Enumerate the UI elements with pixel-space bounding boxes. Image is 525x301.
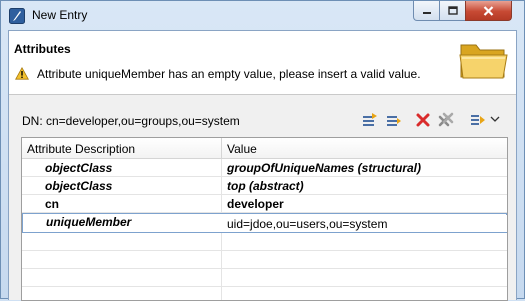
close-button[interactable]: [465, 1, 512, 21]
column-divider: [221, 195, 222, 213]
app-feather-icon: [9, 8, 25, 24]
attribute-cell: cn: [45, 197, 60, 211]
column-divider[interactable]: [221, 138, 222, 159]
column-divider: [221, 159, 222, 177]
attribute-cell: uniqueMember: [46, 215, 132, 229]
value-cell: groupOfUniqueNames (structural): [227, 161, 422, 175]
attribute-cell: objectClass: [45, 179, 113, 193]
minimize-button[interactable]: [413, 1, 440, 21]
delete-all-icon[interactable]: [438, 112, 454, 128]
attributes-table[interactable]: Attribute Description Value objectClass …: [21, 137, 508, 301]
dialog-client: Attributes Attribute uniqueMember has an…: [8, 30, 517, 301]
view-menu-icon[interactable]: [490, 115, 500, 123]
column-header-value[interactable]: Value: [227, 142, 257, 156]
new-entry-window: New Entry Attributes Attribute uniqueMem…: [0, 0, 525, 301]
attribute-cell: objectClass: [45, 161, 113, 175]
table-row[interactable]: objectClass groupOfUniqueNames (structur…: [22, 159, 507, 177]
column-divider: [221, 233, 222, 251]
table-row-empty: [22, 233, 507, 251]
value-edit-field[interactable]: [224, 215, 507, 232]
delete-icon[interactable]: [415, 112, 431, 128]
warning-message: Attribute uniqueMember has an empty valu…: [37, 67, 421, 81]
table-row-empty: [22, 251, 507, 269]
maximize-icon: [447, 6, 458, 15]
page-title: Attributes: [14, 42, 71, 56]
close-icon: [483, 5, 494, 16]
table-row-selected[interactable]: uniqueMember: [22, 213, 507, 233]
column-divider: [221, 177, 222, 195]
column-divider: [221, 269, 222, 287]
wizard-header: Attributes Attribute uniqueMember has an…: [9, 31, 516, 95]
column-header-attribute[interactable]: Attribute Description: [27, 142, 135, 156]
minimize-icon: [422, 11, 431, 14]
new-value-icon[interactable]: [386, 112, 402, 128]
window-title: New Entry: [32, 8, 88, 22]
table-row[interactable]: cn developer: [22, 195, 507, 213]
expand-icon[interactable]: [470, 112, 486, 128]
table-header: Attribute Description Value: [22, 138, 507, 159]
column-divider: [221, 251, 222, 269]
warning-icon: [15, 67, 29, 80]
value-cell: developer: [227, 197, 284, 211]
table-row[interactable]: objectClass top (abstract): [22, 177, 507, 195]
folder-icon: [459, 44, 508, 79]
dn-label: DN: cn=developer,ou=groups,ou=system: [22, 114, 240, 128]
title-bar[interactable]: New Entry: [1, 1, 524, 30]
table-row-empty: [22, 269, 507, 287]
new-attribute-icon[interactable]: [362, 112, 378, 128]
maximize-button[interactable]: [439, 1, 466, 21]
value-cell: top (abstract): [227, 179, 304, 193]
